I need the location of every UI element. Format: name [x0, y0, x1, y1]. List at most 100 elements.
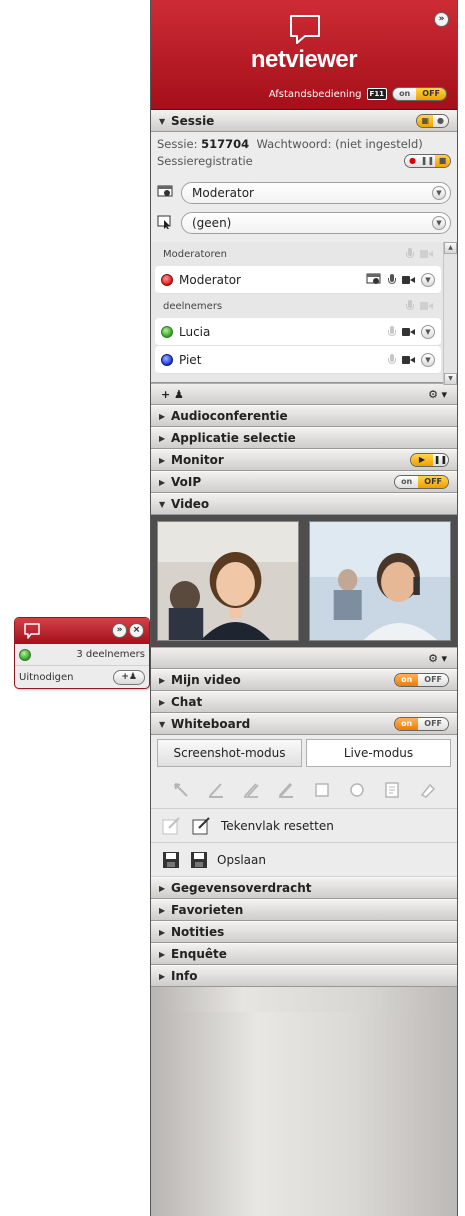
participant-row-moderator[interactable]: Moderator ▼	[155, 266, 441, 294]
expand-button[interactable]: »	[112, 623, 127, 638]
chevron-down-icon[interactable]: ▼	[421, 352, 435, 367]
text-tool-icon[interactable]	[383, 781, 401, 799]
gear-icon[interactable]: ⚙ ▾	[428, 388, 447, 401]
expanded-arrow-icon: ▼	[159, 499, 166, 509]
collapsed-arrow-icon: ▶	[159, 949, 166, 959]
mini-window: » × 3 deelnemers Uitnodigen +♟	[14, 617, 150, 689]
scroll-up-icon[interactable]: ▲	[444, 242, 457, 254]
netviewer-panel: » netviewer Afstandsbediening F11 on OFF …	[150, 0, 458, 1216]
participant-row-piet[interactable]: Piet ▼	[155, 346, 441, 374]
password-info: Wachtwoord: (niet ingesteld)	[256, 137, 423, 151]
invite-label: Uitnodigen	[19, 671, 74, 683]
recording-controls[interactable]: ● ❚❚ ■	[404, 154, 451, 168]
brand-header: » netviewer Afstandsbediening F11 on OFF	[151, 0, 457, 110]
reset-canvas-row[interactable]: Tekenvlak resetten	[151, 809, 457, 843]
speech-bubble-logo-icon	[24, 623, 40, 639]
whiteboard-toggle[interactable]: on OFF	[394, 717, 449, 731]
remote-control-toggle[interactable]: on OFF	[392, 87, 447, 101]
section-enquete[interactable]: ▶ Enquête	[151, 943, 457, 965]
section-monitor[interactable]: ▶ Monitor ▶ ❚❚	[151, 449, 457, 471]
microphone-icon[interactable]	[388, 273, 396, 286]
video-tile-lucia[interactable]	[157, 521, 299, 641]
section-gegevensoverdracht[interactable]: ▶ Gegevensoverdracht	[151, 877, 457, 899]
microphone-icon[interactable]	[388, 325, 396, 338]
rectangle-tool-icon[interactable]	[313, 781, 331, 799]
microphone-icon	[406, 300, 414, 312]
add-participant-button[interactable]: + ♟	[161, 388, 184, 401]
recording-label: Sessieregistratie	[157, 154, 253, 168]
gear-icon[interactable]: ⚙ ▾	[428, 652, 447, 665]
reset-canvas-icon	[192, 816, 210, 834]
reset-canvas-label: Tekenvlak resetten	[221, 818, 334, 833]
section-audioconferentie[interactable]: ▶ Audioconferentie	[151, 405, 457, 427]
presenter-screen-icon	[366, 273, 381, 284]
collapsed-arrow-icon: ▶	[159, 971, 166, 981]
chevron-down-icon[interactable]: ▼	[421, 324, 435, 339]
video-tile-piet[interactable]	[309, 521, 451, 641]
remote-control-label: Afstandsbediening	[268, 88, 362, 100]
collapsed-arrow-icon: ▶	[159, 927, 166, 937]
section-mijn-video[interactable]: ▶ Mijn video on OFF	[151, 669, 457, 691]
pen-tool-icon[interactable]	[207, 781, 225, 799]
ellipse-tool-icon[interactable]	[348, 781, 366, 799]
scroll-down-icon[interactable]: ▼	[444, 373, 457, 385]
expanded-arrow-icon: ▼	[159, 719, 166, 729]
participant-row-lucia[interactable]: Lucia ▼	[155, 318, 441, 346]
section-notities[interactable]: ▶ Notities	[151, 921, 457, 943]
close-button[interactable]: ×	[129, 623, 144, 638]
status-dot-icon	[161, 325, 173, 338]
tab-screenshot-mode[interactable]: Screenshot-modus	[157, 739, 302, 767]
section-sessie[interactable]: ▼ Sessie ▦ ●	[151, 110, 457, 132]
eraser-tool-icon[interactable]	[418, 781, 436, 799]
group-participants: deelnemers	[151, 294, 457, 318]
collapsed-arrow-icon: ▶	[159, 477, 166, 487]
highlighter-tool-icon[interactable]	[242, 781, 260, 799]
section-applicatie-selectie[interactable]: ▶ Applicatie selectie	[151, 427, 457, 449]
section-chat[interactable]: ▶ Chat	[151, 691, 457, 713]
marker-tool-icon[interactable]	[277, 781, 295, 799]
camera-icon[interactable]	[402, 275, 415, 284]
whiteboard-tools	[151, 771, 457, 809]
session-mode-toggle[interactable]: ▦ ●	[416, 114, 449, 128]
expanded-arrow-icon: ▼	[159, 116, 166, 126]
control-select[interactable]: (geen) ▼	[181, 212, 451, 234]
chevron-down-icon[interactable]: ▼	[421, 272, 435, 287]
section-video[interactable]: ▼ Video	[151, 493, 457, 515]
presenter-row: Moderator ▼	[157, 178, 451, 208]
status-online-icon	[19, 648, 31, 661]
speech-bubble-logo-icon	[290, 15, 320, 44]
my-video-toggle[interactable]: on OFF	[394, 673, 449, 687]
collapsed-arrow-icon: ▶	[159, 905, 166, 915]
save-row[interactable]: Opslaan	[151, 843, 457, 877]
section-whiteboard[interactable]: ▼ Whiteboard on OFF	[151, 713, 457, 735]
invite-button[interactable]: +♟	[113, 669, 145, 685]
mini-window-header[interactable]: » ×	[15, 618, 149, 644]
whiteboard-tabs: Screenshot-modus Live-modus	[151, 735, 457, 771]
control-row: (geen) ▼	[157, 208, 451, 238]
video-toolbar: ⚙ ▾	[151, 647, 457, 669]
presenter-select[interactable]: Moderator ▼	[181, 182, 451, 204]
collapsed-arrow-icon: ▶	[159, 411, 166, 421]
section-info[interactable]: ▶ Info	[151, 965, 457, 987]
camera-icon[interactable]	[402, 327, 415, 336]
camera-icon	[420, 250, 433, 258]
voip-toggle[interactable]: on OFF	[394, 475, 449, 489]
collapsed-arrow-icon: ▶	[159, 433, 166, 443]
participant-list-scrollbar[interactable]: ▲ ▼	[443, 242, 457, 385]
video-area	[151, 515, 457, 647]
collapsed-arrow-icon: ▶	[159, 675, 166, 685]
participant-list: ▲ ▼ Moderatoren Moderator ▼ deelnemers L…	[151, 242, 457, 385]
pointer-tool-icon[interactable]	[172, 781, 190, 799]
collapsed-arrow-icon: ▶	[159, 697, 166, 707]
save-disk-icon	[163, 851, 179, 868]
recording-row: Sessieregistratie ● ❚❚ ■	[157, 152, 451, 170]
section-voip[interactable]: ▶ VoIP on OFF	[151, 471, 457, 493]
section-favorieten[interactable]: ▶ Favorieten	[151, 899, 457, 921]
remote-shortcut-key: F11	[366, 88, 388, 100]
tab-live-mode[interactable]: Live-modus	[306, 739, 451, 767]
camera-icon[interactable]	[402, 355, 415, 364]
monitor-controls[interactable]: ▶ ❚❚	[410, 453, 449, 467]
microphone-icon[interactable]	[388, 353, 396, 366]
status-dot-icon	[161, 273, 173, 286]
save-as-disk-icon	[191, 851, 207, 868]
